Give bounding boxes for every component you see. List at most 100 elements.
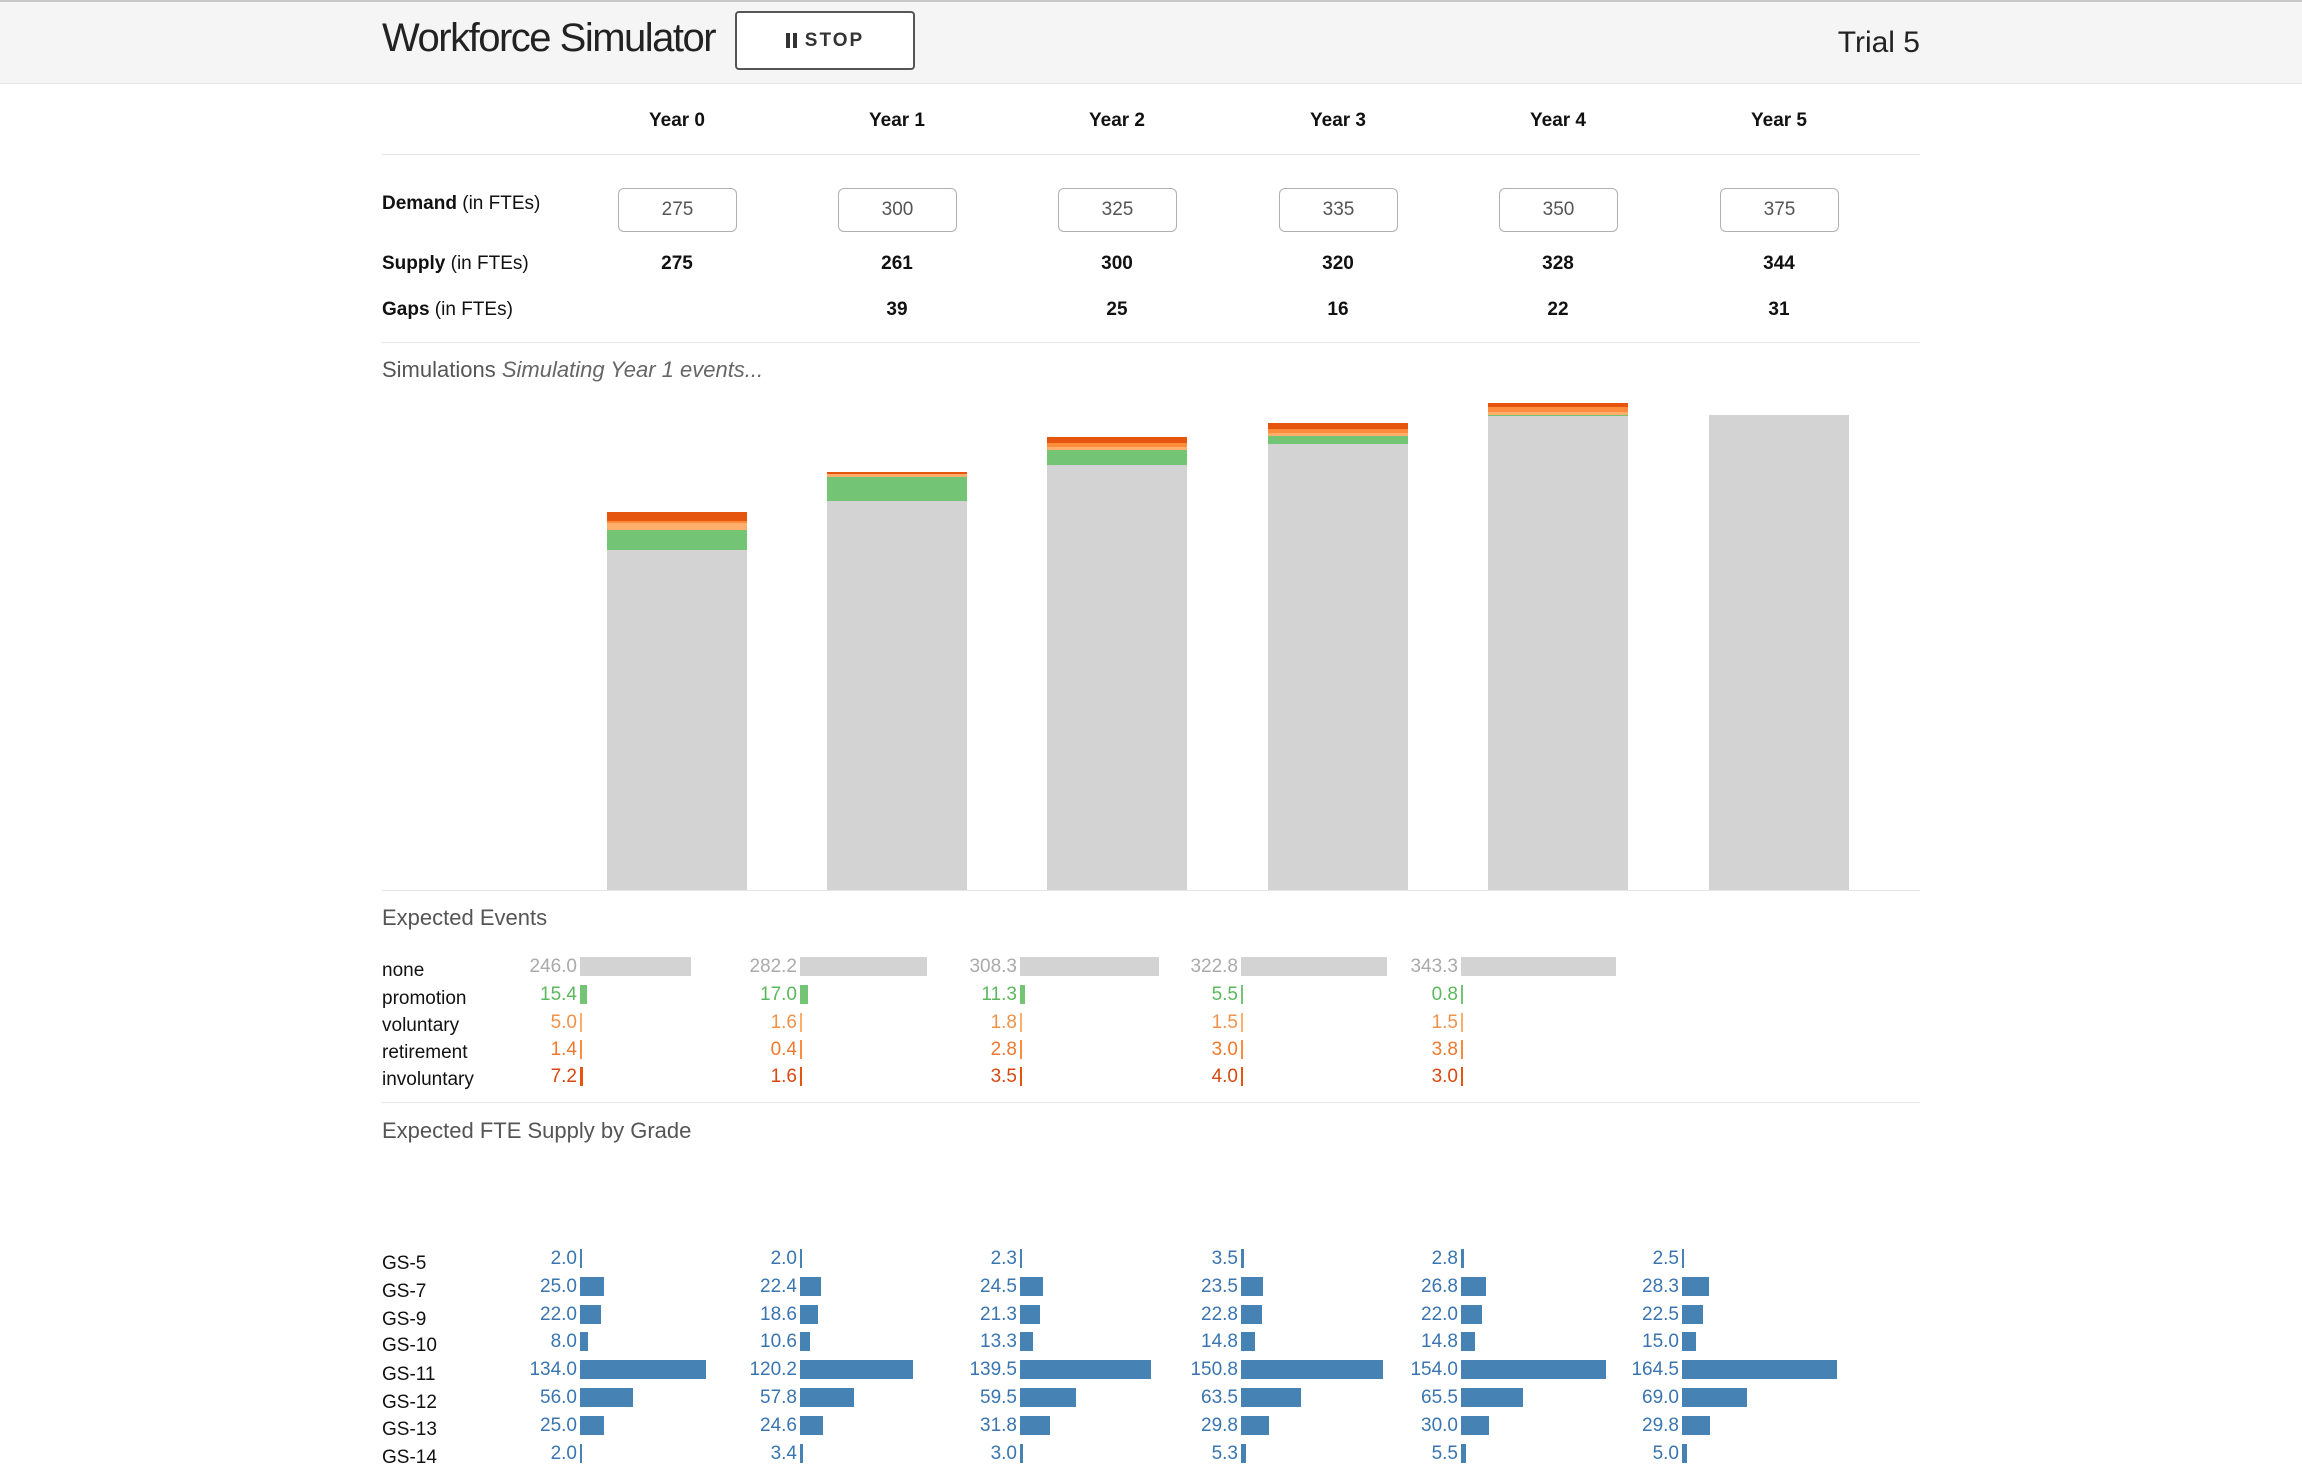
grade-bar (580, 1249, 582, 1268)
bar-segment-promotion (1488, 415, 1628, 417)
demand-input[interactable] (1279, 188, 1398, 232)
event-bar-promotion (800, 985, 808, 1004)
grade-bar (1682, 1277, 1709, 1296)
grade-value: 26.8 (1421, 1276, 1458, 1297)
gap-value: 31 (1768, 299, 1790, 320)
grade-label: GS-5 (382, 1253, 427, 1274)
grade-value: 14.8 (1201, 1331, 1238, 1352)
event-value: 5.5 (1211, 984, 1238, 1005)
grade-bar (1682, 1388, 1747, 1407)
grade-bar (1241, 1360, 1384, 1379)
bar-segment-retirement (607, 521, 747, 523)
grade-value: 18.6 (760, 1304, 797, 1325)
event-value: 282.2 (749, 956, 797, 977)
divider (382, 342, 1920, 343)
grade-value: 2.0 (550, 1248, 577, 1269)
grade-value: 14.8 (1421, 1331, 1458, 1352)
event-bar-retirement (1241, 1040, 1243, 1059)
event-value: 5.0 (550, 1012, 577, 1033)
grade-value: 22.0 (540, 1304, 577, 1325)
grade-value: 22.8 (1201, 1304, 1238, 1325)
event-bar-none (800, 957, 928, 976)
bar-segment-promotion (1268, 435, 1408, 444)
grade-label: GS-9 (382, 1309, 427, 1330)
event-bar-voluntary (800, 1013, 802, 1032)
grade-bar (1020, 1360, 1152, 1379)
app-header: Workforce Simulator STOP Trial 5 (0, 2, 2302, 84)
grade-value: 139.5 (969, 1359, 1017, 1380)
grade-bar (1461, 1360, 1607, 1379)
event-bar-none (1020, 957, 1160, 976)
event-label-none: none (382, 960, 425, 981)
grade-value: 57.8 (760, 1387, 797, 1408)
grade-bar (800, 1277, 822, 1296)
supply-value: 300 (1101, 253, 1133, 274)
event-bar-voluntary (1241, 1013, 1243, 1032)
event-bar-involuntary (580, 1067, 584, 1086)
grade-value: 24.5 (980, 1276, 1017, 1297)
bar-segment-voluntary (607, 522, 747, 530)
grade-bar (1461, 1277, 1487, 1296)
grade-bar (1241, 1388, 1301, 1407)
gap-value: 22 (1547, 299, 1569, 320)
grade-value: 21.3 (980, 1304, 1017, 1325)
grade-bar (1020, 1277, 1044, 1296)
supply-row-label: Supply (in FTEs) (382, 253, 529, 274)
year-header: Year 0 (649, 110, 705, 131)
supply-value: 344 (1763, 253, 1795, 274)
event-value: 7.2 (550, 1066, 577, 1087)
bar-segment-involuntary (607, 511, 747, 522)
grade-label: GS-12 (382, 1392, 437, 1413)
demand-input[interactable] (1058, 188, 1177, 232)
grade-bar (1241, 1332, 1255, 1351)
grade-label: GS-13 (382, 1419, 437, 1440)
event-value: 0.4 (770, 1039, 797, 1060)
demand-input[interactable] (618, 188, 737, 232)
demand-input[interactable] (1499, 188, 1618, 232)
event-value: 1.6 (770, 1012, 797, 1033)
event-bar-retirement (1461, 1040, 1463, 1059)
bar-segment-retirement (1047, 442, 1187, 447)
event-bar-voluntary (1461, 1013, 1463, 1032)
supply-value: 275 (661, 253, 693, 274)
grade-value: 120.2 (749, 1359, 797, 1380)
grade-bar (1461, 1332, 1475, 1351)
year-header: Year 2 (1089, 110, 1145, 131)
bar-segment-none (827, 500, 967, 890)
grade-bar (1461, 1416, 1490, 1435)
demand-row-label: Demand (in FTEs) (382, 193, 541, 214)
grade-bar (1020, 1444, 1023, 1463)
app-title: Workforce Simulator (382, 16, 717, 60)
event-value: 1.5 (1431, 1012, 1458, 1033)
demand-input[interactable] (838, 188, 957, 232)
year-header: Year 5 (1751, 110, 1807, 131)
event-value: 1.5 (1211, 1012, 1238, 1033)
bar-segment-voluntary (1488, 412, 1628, 415)
grade-bar (580, 1360, 707, 1379)
event-bar-promotion (1241, 985, 1244, 1004)
stop-button[interactable]: STOP (735, 11, 915, 70)
event-bar-involuntary (1020, 1067, 1022, 1086)
event-bar-none (580, 957, 692, 976)
grade-label: GS-11 (382, 1364, 436, 1385)
grade-bar (580, 1416, 604, 1435)
event-value: 11.3 (981, 984, 1017, 1005)
event-label-involuntary: involuntary (382, 1069, 474, 1090)
year-header: Year 3 (1310, 110, 1366, 131)
supply-value: 328 (1542, 253, 1574, 274)
bar-segment-promotion (607, 529, 747, 551)
bar-segment-none (1268, 443, 1408, 890)
grade-value: 134.0 (529, 1359, 577, 1380)
grade-bar (800, 1444, 804, 1463)
grade-value: 154.0 (1410, 1359, 1458, 1380)
event-label-voluntary: voluntary (382, 1015, 460, 1036)
grade-value: 13.3 (980, 1331, 1017, 1352)
grade-bar (580, 1388, 633, 1407)
grade-value: 29.8 (1642, 1415, 1679, 1436)
grade-bar (580, 1332, 588, 1351)
grade-value: 10.6 (760, 1331, 797, 1352)
grade-bar (800, 1249, 802, 1268)
grade-bar (800, 1332, 810, 1351)
demand-input[interactable] (1720, 188, 1839, 232)
event-bar-retirement (800, 1040, 802, 1059)
